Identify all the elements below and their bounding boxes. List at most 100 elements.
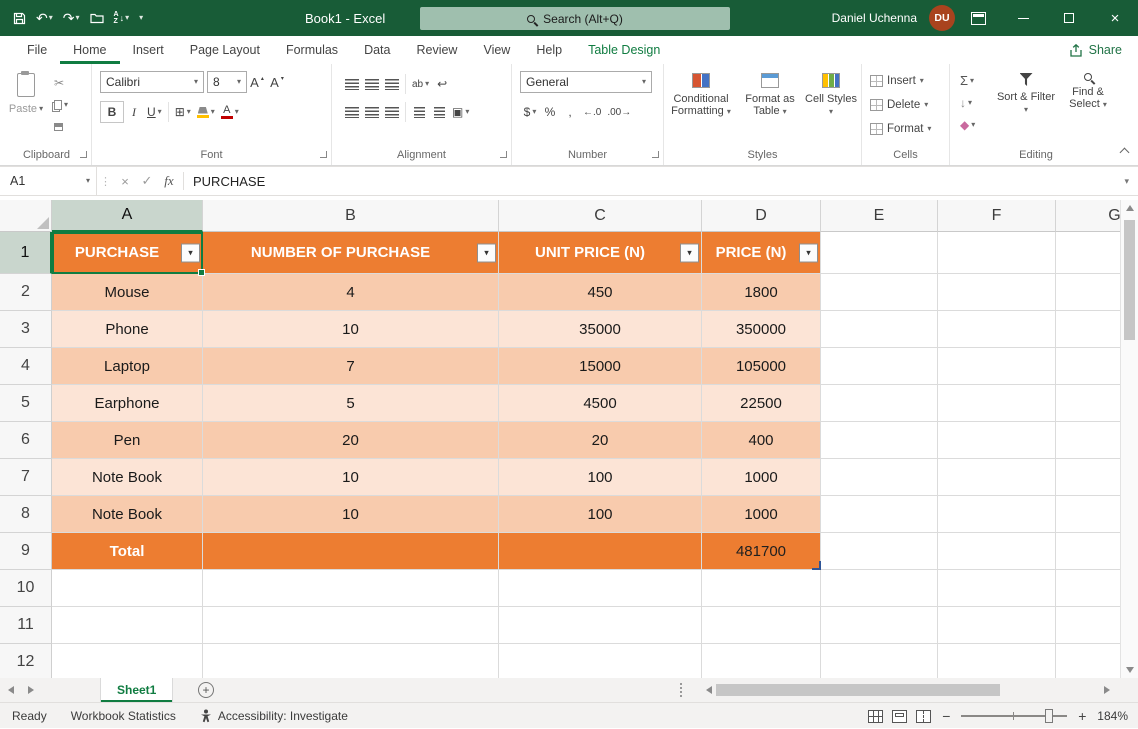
comma-style-button[interactable]: ,	[560, 101, 580, 123]
cell-E5[interactable]	[821, 385, 938, 422]
format-as-table-button[interactable]: Format as Table ▾	[736, 64, 804, 142]
sort-button[interactable]: AZ↓▾	[109, 0, 135, 36]
filter-button-B[interactable]: ▾	[477, 243, 496, 262]
column-header-D[interactable]: D	[702, 200, 821, 232]
scroll-up-button[interactable]	[1121, 200, 1138, 216]
cell-C11[interactable]	[499, 607, 702, 644]
cell-D8[interactable]: 1000	[702, 496, 821, 533]
cell-F1[interactable]	[938, 232, 1056, 274]
cell-G2[interactable]	[1056, 274, 1120, 311]
fill-color-button[interactable]: ▾	[194, 101, 218, 123]
cell-A3[interactable]: Phone	[52, 311, 203, 348]
cell-A9[interactable]: Total	[52, 533, 203, 570]
font-size-select[interactable]: 8▾	[207, 71, 247, 93]
column-header-B[interactable]: B	[203, 200, 499, 232]
cell-E6[interactable]	[821, 422, 938, 459]
increase-indent-button[interactable]	[429, 101, 449, 123]
undo-button[interactable]: ↶▾	[31, 0, 58, 36]
customize-qat-button[interactable]: ▾	[134, 0, 148, 36]
cell-D1[interactable]: PRICE (N)▾	[702, 232, 821, 274]
ribbon-tab-home[interactable]: Home	[60, 36, 119, 64]
row-header-7[interactable]: 7	[0, 459, 52, 496]
horizontal-scroll-thumb[interactable]	[716, 684, 1000, 696]
ribbon-tab-formulas[interactable]: Formulas	[273, 36, 351, 64]
alignment-dialog-launcher[interactable]	[500, 151, 507, 158]
chevron-down-icon[interactable]: ▾	[75, 14, 79, 22]
cell-A6[interactable]: Pen	[52, 422, 203, 459]
save-button[interactable]	[8, 0, 31, 36]
cell-A12[interactable]	[52, 644, 203, 678]
minimize-button[interactable]	[1000, 0, 1046, 36]
align-right-button[interactable]	[382, 101, 402, 123]
filter-button-C[interactable]: ▾	[680, 243, 699, 262]
sheet-nav-next-button[interactable]	[22, 678, 40, 702]
column-header-F[interactable]: F	[938, 200, 1056, 232]
zoom-in-button[interactable]: +	[1076, 708, 1088, 724]
cell-A7[interactable]: Note Book	[52, 459, 203, 496]
column-header-C[interactable]: C	[499, 200, 702, 232]
cell-B9[interactable]	[203, 533, 499, 570]
page-break-view-button[interactable]	[916, 710, 931, 723]
cell-D12[interactable]	[702, 644, 821, 678]
cell-G11[interactable]	[1056, 607, 1120, 644]
column-header-G[interactable]: G	[1056, 200, 1120, 232]
cell-B10[interactable]	[203, 570, 499, 607]
select-all-button[interactable]	[0, 200, 52, 232]
cell-D6[interactable]: 400	[702, 422, 821, 459]
share-button[interactable]: Share	[1069, 36, 1122, 64]
cell-B5[interactable]: 5	[203, 385, 499, 422]
ribbon-tab-page-layout[interactable]: Page Layout	[177, 36, 273, 64]
sheet-nav-prev-button[interactable]	[2, 678, 20, 702]
cell-D9[interactable]: 481700	[702, 533, 821, 570]
cell-styles-button[interactable]: Cell Styles ▾	[804, 64, 858, 142]
column-header-E[interactable]: E	[821, 200, 938, 232]
delete-cells-button[interactable]: Delete▾	[870, 94, 931, 115]
cell-A8[interactable]: Note Book	[52, 496, 203, 533]
cell-D3[interactable]: 350000	[702, 311, 821, 348]
cell-C7[interactable]: 100	[499, 459, 702, 496]
redo-button[interactable]: ↷▾	[58, 0, 85, 36]
cell-A1[interactable]: PURCHASE▾	[52, 232, 203, 274]
cell-D7[interactable]: 1000	[702, 459, 821, 496]
accessibility-status[interactable]: Accessibility: Investigate	[200, 709, 348, 723]
cell-G7[interactable]	[1056, 459, 1120, 496]
formula-bar-handle[interactable]: ⋮	[97, 175, 114, 188]
ribbon-tab-view[interactable]: View	[470, 36, 523, 64]
cell-C4[interactable]: 15000	[499, 348, 702, 385]
open-button[interactable]	[85, 0, 109, 36]
cell-G5[interactable]	[1056, 385, 1120, 422]
name-box[interactable]: A1▾	[0, 167, 97, 195]
cell-B2[interactable]: 4	[203, 274, 499, 311]
enter-button[interactable]: ✓	[136, 167, 158, 195]
insert-cells-button[interactable]: Insert▾	[870, 70, 931, 91]
cell-F5[interactable]	[938, 385, 1056, 422]
table-resize-handle[interactable]	[812, 561, 821, 570]
cell-D5[interactable]: 22500	[702, 385, 821, 422]
middle-align-button[interactable]	[362, 73, 382, 95]
cell-A4[interactable]: Laptop	[52, 348, 203, 385]
wrap-text-button[interactable]: ↩	[432, 73, 452, 95]
cell-D4[interactable]: 105000	[702, 348, 821, 385]
chevron-down-icon[interactable]: ▾	[49, 14, 53, 22]
cell-F11[interactable]	[938, 607, 1056, 644]
clipboard-dialog-launcher[interactable]	[80, 151, 87, 158]
find-select-button[interactable]: Find & Select ▾	[1056, 64, 1120, 142]
ribbon-tab-file[interactable]: File	[14, 36, 60, 64]
zoom-level[interactable]: 184%	[1097, 709, 1128, 723]
cell-G6[interactable]	[1056, 422, 1120, 459]
column-header-A[interactable]: A	[52, 200, 203, 232]
row-header-11[interactable]: 11	[0, 607, 52, 644]
formula-input[interactable]: PURCHASE	[187, 174, 265, 189]
cell-G4[interactable]	[1056, 348, 1120, 385]
ribbon-tab-table-design[interactable]: Table Design	[575, 36, 673, 64]
format-cells-button[interactable]: Format▾	[870, 118, 931, 139]
workbook-statistics-button[interactable]: Workbook Statistics	[71, 709, 176, 723]
row-header-5[interactable]: 5	[0, 385, 52, 422]
zoom-slider[interactable]	[961, 715, 1067, 717]
cell-G12[interactable]	[1056, 644, 1120, 678]
orientation-button[interactable]: ab▾	[409, 73, 432, 95]
cell-G9[interactable]	[1056, 533, 1120, 570]
italic-button[interactable]: I	[124, 101, 144, 123]
sheet-tab-sheet1[interactable]: Sheet1	[100, 678, 173, 702]
cell-F3[interactable]	[938, 311, 1056, 348]
